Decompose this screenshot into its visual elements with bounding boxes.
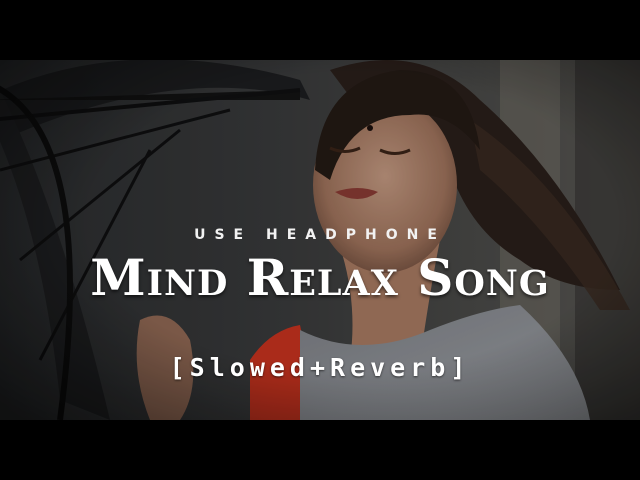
song-title: Mind Relax Song bbox=[90, 248, 550, 307]
letterbox-top bbox=[0, 0, 640, 60]
song-subtitle: [Slowed+Reverb] bbox=[169, 353, 471, 382]
letterbox-bottom bbox=[0, 420, 640, 480]
video-thumbnail: USE HEADPHONE Mind Relax Song [Slowed+Re… bbox=[0, 0, 640, 480]
text-overlay: USE HEADPHONE Mind Relax Song [Slowed+Re… bbox=[0, 60, 640, 420]
tagline: USE HEADPHONE bbox=[194, 227, 446, 243]
